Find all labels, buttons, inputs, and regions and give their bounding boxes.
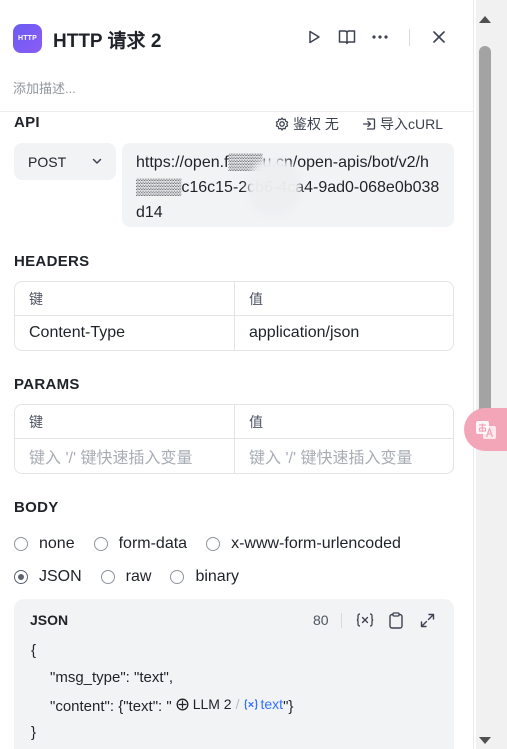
- radio-circle-icon: [100, 570, 115, 584]
- close-button[interactable]: [428, 26, 450, 48]
- code-line: "content": {"text": " LLM 2/ text "}: [31, 691, 293, 720]
- params-table: 键 值 键入 '/' 键快速插入变量 键入 '/' 键快速插入变量: [14, 404, 454, 474]
- http-request-panel: HTTP HTTP 请求 2 添加描述... API 鉴权 无 导入cURL P…: [0, 0, 474, 749]
- insert-variable-button[interactable]: [355, 610, 375, 630]
- body-radio-json[interactable]: JSON: [14, 568, 82, 586]
- body-radio-none[interactable]: none: [14, 535, 75, 553]
- body-radio-binary[interactable]: binary: [170, 568, 239, 586]
- radio-circle-icon: [93, 537, 108, 551]
- redaction-blur: [248, 158, 300, 216]
- params-col-value: 值: [234, 405, 453, 438]
- radio-label: form-data: [118, 535, 188, 552]
- code-line: }: [31, 724, 37, 742]
- headers-col-key: 键: [29, 290, 43, 307]
- book-icon: [338, 30, 356, 45]
- table-row: Content-Type application/json: [15, 315, 453, 350]
- header-value-input[interactable]: application/json: [234, 316, 453, 350]
- clipboard-icon: [389, 611, 403, 629]
- code-text: "content": {"text": ": [50, 697, 172, 715]
- radio-checked-icon: [14, 570, 28, 584]
- variable-icon: [356, 613, 374, 627]
- json-code[interactable]: { "msg_type": "text", "content": {"text"…: [31, 638, 293, 747]
- close-icon: [433, 31, 445, 43]
- header-separator: [0, 111, 473, 112]
- copy-button[interactable]: [386, 610, 406, 630]
- expand-icon: [420, 613, 434, 627]
- translate-floating-button[interactable]: [464, 408, 507, 451]
- param-key-input[interactable]: 键入 '/' 键快速插入变量: [15, 439, 234, 473]
- node-title[interactable]: HTTP 请求 2: [53, 26, 161, 53]
- chip-node-label: LLM 2: [192, 696, 232, 712]
- body-type-row-2: JSON raw binary: [14, 568, 258, 586]
- method-select[interactable]: POST: [14, 143, 116, 180]
- scroll-down-arrow-icon[interactable]: [477, 734, 493, 748]
- gear-icon: [275, 117, 289, 131]
- radio-circle-icon: [170, 570, 185, 584]
- headers-col-value: 值: [234, 282, 453, 315]
- chip-variable-label: text: [260, 696, 284, 712]
- body-radio-raw[interactable]: raw: [100, 568, 152, 586]
- import-curl-button[interactable]: 导入cURL: [362, 114, 443, 134]
- json-toolbar-divider: [341, 613, 342, 628]
- panel-header: HTTP HTTP 请求 2: [0, 0, 473, 72]
- radio-label: binary: [195, 568, 240, 585]
- body-section-title: BODY: [14, 499, 59, 516]
- code-line: "msg_type": "text",: [50, 668, 174, 686]
- radio-label: JSON: [39, 568, 82, 585]
- json-editor-title: JSON: [30, 612, 69, 628]
- body-radio-form-data[interactable]: form-data: [93, 535, 188, 553]
- radio-label: none: [39, 535, 75, 552]
- chevron-down-icon: [92, 158, 102, 164]
- scroll-up-arrow-icon[interactable]: [477, 12, 493, 26]
- table-row: 键入 '/' 键快速插入变量 键入 '/' 键快速插入变量: [15, 438, 453, 473]
- params-col-key: 键: [29, 413, 43, 430]
- import-icon: [362, 118, 376, 130]
- json-editor[interactable]: JSON 80 { "msg_type": "text", "content":…: [14, 599, 454, 749]
- import-curl-label: 导入cURL: [380, 116, 444, 132]
- run-button[interactable]: [303, 26, 325, 48]
- translate-icon: [475, 420, 496, 439]
- params-table-header: 键 值: [15, 405, 453, 438]
- more-dots-icon: [372, 35, 388, 39]
- more-button[interactable]: [369, 26, 391, 48]
- api-section-title: API: [14, 114, 40, 131]
- play-icon: [309, 30, 320, 44]
- header-divider: [409, 29, 410, 46]
- header-key-input[interactable]: Content-Type: [15, 316, 234, 350]
- code-line: {: [31, 642, 37, 659]
- scrollbar-thumb[interactable]: [479, 46, 491, 420]
- method-value: POST: [28, 153, 67, 170]
- llm-node-icon: [176, 698, 189, 711]
- headers-section-title: HEADERS: [14, 253, 90, 270]
- param-value-input[interactable]: 键入 '/' 键快速插入变量: [234, 439, 453, 473]
- body-radio-urlencoded[interactable]: x-www-form-urlencoded: [206, 535, 401, 553]
- http-node-icon: HTTP: [13, 24, 42, 53]
- radio-circle-icon: [206, 537, 221, 551]
- radio-label: x-www-form-urlencoded: [231, 535, 401, 552]
- variable-chip[interactable]: LLM 2/ text: [176, 691, 283, 718]
- json-char-count: 80: [313, 612, 329, 628]
- code-text: "}: [283, 697, 294, 715]
- chip-separator: /: [235, 696, 240, 712]
- auth-label: 鉴权 无: [293, 116, 339, 132]
- params-section-title: PARAMS: [14, 376, 80, 393]
- headers-table: 键 值 Content-Type application/json: [14, 281, 454, 351]
- radio-circle-icon: [14, 537, 28, 551]
- docs-button[interactable]: [336, 26, 358, 48]
- headers-table-header: 键 值: [15, 282, 453, 315]
- body-type-row-1: none form-data x-www-form-urlencoded: [14, 535, 420, 553]
- description-input[interactable]: 添加描述...: [13, 78, 76, 97]
- auth-button[interactable]: 鉴权 无: [275, 114, 339, 134]
- variable-icon: [244, 698, 257, 710]
- expand-button[interactable]: [417, 610, 437, 630]
- radio-label: raw: [125, 568, 152, 585]
